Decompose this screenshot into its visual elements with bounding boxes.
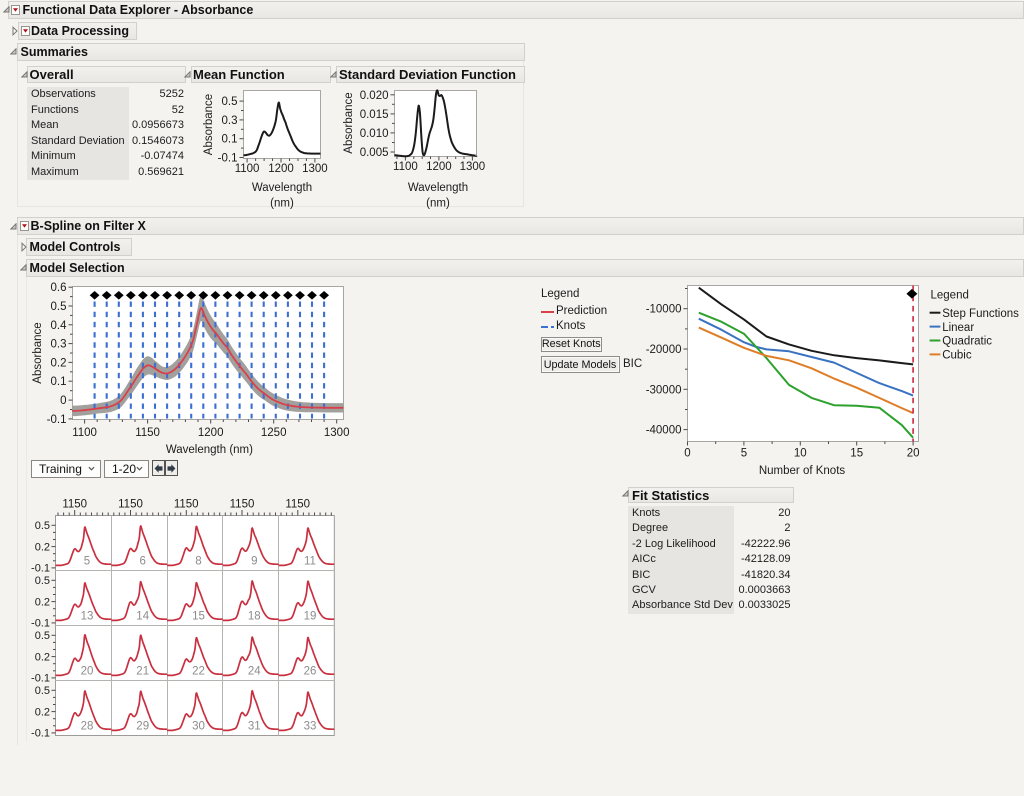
svg-text:-0.1: -0.1 xyxy=(47,414,67,426)
svg-text:20: 20 xyxy=(81,666,94,678)
svg-text:0: 0 xyxy=(60,395,66,407)
svg-text:-20000: -20000 xyxy=(646,344,682,356)
svg-text:28: 28 xyxy=(81,721,94,733)
svg-text:1200: 1200 xyxy=(426,161,452,173)
svg-text:8: 8 xyxy=(195,556,201,568)
svg-text:1150: 1150 xyxy=(135,427,160,439)
svg-text:Wavelength: Wavelength xyxy=(252,182,312,194)
svg-text:0.5: 0.5 xyxy=(35,575,50,587)
svg-text:1150: 1150 xyxy=(285,499,310,511)
svg-text:0.5: 0.5 xyxy=(35,685,50,697)
svg-text:1100: 1100 xyxy=(235,163,260,175)
svg-text:11: 11 xyxy=(304,556,316,568)
svg-text:0.5: 0.5 xyxy=(35,520,50,532)
svg-text:0.3: 0.3 xyxy=(51,339,67,351)
svg-text:20: 20 xyxy=(907,448,920,460)
svg-text:0.2: 0.2 xyxy=(35,706,50,718)
svg-text:(nm): (nm) xyxy=(270,198,294,210)
svg-text:-0.1: -0.1 xyxy=(31,673,50,685)
svg-text:Linear: Linear xyxy=(942,322,974,334)
svg-text:0.020: 0.020 xyxy=(360,90,389,102)
svg-text:0.005: 0.005 xyxy=(360,147,389,159)
svg-text:Number of Knots: Number of Knots xyxy=(759,465,846,477)
svg-text:15: 15 xyxy=(192,611,205,623)
svg-text:1150: 1150 xyxy=(118,499,143,511)
svg-text:-30000: -30000 xyxy=(646,384,682,396)
svg-text:0.1: 0.1 xyxy=(51,376,67,388)
svg-text:1100: 1100 xyxy=(393,161,418,173)
svg-text:0.015: 0.015 xyxy=(360,109,389,121)
svg-text:0.1: 0.1 xyxy=(222,134,238,146)
svg-text:19: 19 xyxy=(304,611,317,623)
svg-text:5: 5 xyxy=(84,556,90,568)
svg-text:0.2: 0.2 xyxy=(35,541,50,553)
svg-text:1150: 1150 xyxy=(230,499,255,511)
svg-text:1150: 1150 xyxy=(174,499,199,511)
svg-text:Wavelength: Wavelength xyxy=(408,182,468,194)
svg-text:0.5: 0.5 xyxy=(35,630,50,642)
svg-text:Absorbance: Absorbance xyxy=(343,92,355,153)
svg-text:13: 13 xyxy=(81,611,94,623)
svg-text:0.6: 0.6 xyxy=(51,282,67,294)
svg-text:Step Functions: Step Functions xyxy=(942,308,1019,320)
svg-text:22: 22 xyxy=(192,666,205,678)
svg-text:Quadratic: Quadratic xyxy=(942,336,992,348)
svg-text:-0.1: -0.1 xyxy=(31,618,50,630)
svg-text:30: 30 xyxy=(192,721,205,733)
svg-text:0.2: 0.2 xyxy=(51,357,67,369)
svg-text:-10000: -10000 xyxy=(646,304,682,316)
svg-text:14: 14 xyxy=(136,611,149,623)
svg-text:18: 18 xyxy=(248,611,261,623)
svg-text:1100: 1100 xyxy=(72,427,97,439)
svg-text:0.2: 0.2 xyxy=(35,651,50,663)
svg-text:Absorbance: Absorbance xyxy=(32,322,44,383)
svg-text:1300: 1300 xyxy=(324,427,350,439)
svg-text:9: 9 xyxy=(251,556,257,568)
svg-text:33: 33 xyxy=(304,721,317,733)
svg-text:Wavelength (nm): Wavelength (nm) xyxy=(166,444,253,456)
svg-text:1300: 1300 xyxy=(302,163,328,175)
svg-text:5: 5 xyxy=(741,448,747,460)
svg-text:21: 21 xyxy=(136,666,149,678)
svg-text:1200: 1200 xyxy=(198,427,224,439)
svg-text:31: 31 xyxy=(248,721,261,733)
svg-text:0.5: 0.5 xyxy=(51,301,67,313)
svg-text:Absorbance: Absorbance xyxy=(203,94,215,155)
svg-text:(nm): (nm) xyxy=(426,198,450,210)
svg-text:0.010: 0.010 xyxy=(360,128,389,140)
svg-text:-40000: -40000 xyxy=(646,425,682,437)
svg-text:24: 24 xyxy=(248,666,261,678)
svg-text:0.3: 0.3 xyxy=(222,115,238,127)
svg-text:10: 10 xyxy=(794,448,807,460)
svg-text:0.2: 0.2 xyxy=(35,596,50,608)
svg-text:15: 15 xyxy=(850,448,863,460)
svg-text:26: 26 xyxy=(304,666,317,678)
svg-text:1250: 1250 xyxy=(261,427,287,439)
svg-text:6: 6 xyxy=(139,556,145,568)
svg-text:0.5: 0.5 xyxy=(222,96,238,108)
svg-text:Legend: Legend xyxy=(931,290,969,302)
svg-text:29: 29 xyxy=(136,721,149,733)
svg-text:Cubic: Cubic xyxy=(942,350,972,362)
svg-text:0.4: 0.4 xyxy=(51,320,68,332)
svg-text:1150: 1150 xyxy=(62,499,87,511)
svg-text:0: 0 xyxy=(684,448,690,460)
svg-text:-0.1: -0.1 xyxy=(31,728,50,740)
svg-text:1300: 1300 xyxy=(460,161,486,173)
svg-text:-0.1: -0.1 xyxy=(31,563,50,575)
svg-text:1200: 1200 xyxy=(268,163,294,175)
